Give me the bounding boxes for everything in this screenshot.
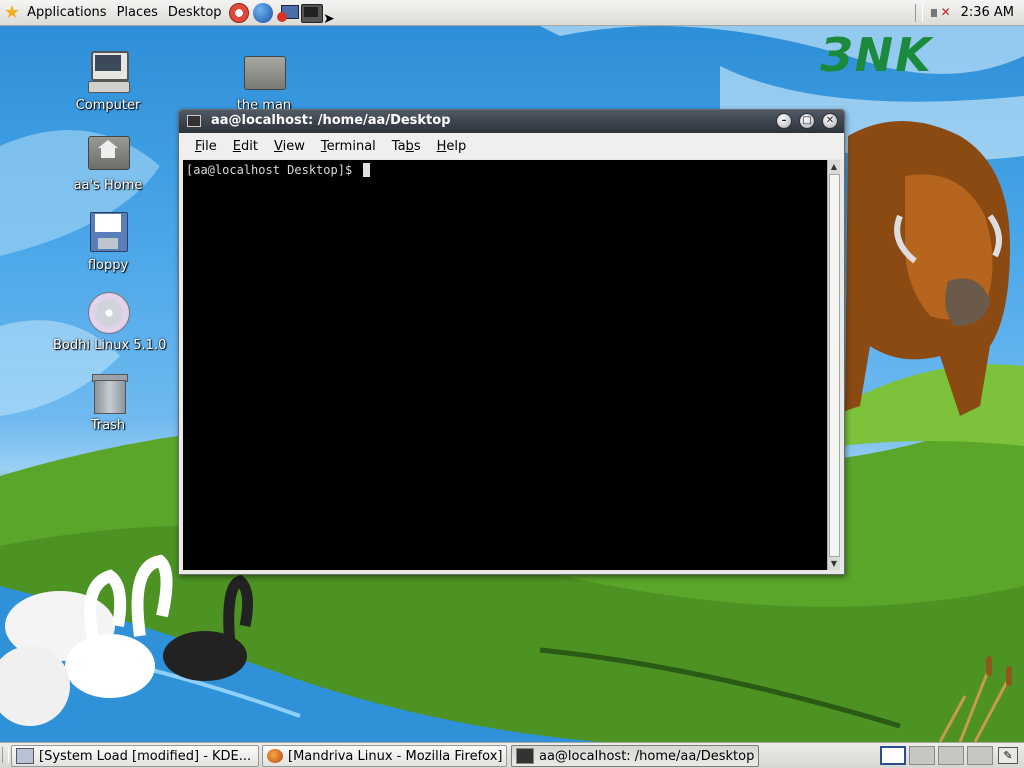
minimize-button[interactable]: – [776,113,792,129]
workspace-4[interactable] [967,746,993,765]
menu-edit[interactable]: Edit [225,139,266,154]
scroll-up-arrow-icon[interactable]: ▲ [828,160,840,173]
bottom-panel: [System Load [modified] - KDE... [Mandri… [0,742,1024,768]
window-title: aa@localhost: /home/aa/Desktop [211,113,451,128]
menu-file[interactable]: File [187,139,225,154]
email-icon[interactable] [276,2,299,24]
help-icon[interactable] [228,2,250,24]
workspace-1[interactable] [880,746,906,765]
scroll-down-arrow-icon[interactable]: ▼ [828,557,840,570]
text-cursor [363,163,371,177]
web-browser-icon[interactable] [252,2,274,24]
shell-prompt: [aa@localhost Desktop]$ [186,163,371,177]
task-label: [Mandriva Linux - Mozilla Firefox] [288,748,503,764]
desktop-icon-label: Computer [75,98,141,113]
taskbar-item-terminal[interactable]: aa@localhost: /home/aa/Desktop [511,745,759,767]
folder-icon [240,48,288,96]
task-label: [System Load [modified] - KDE... [39,748,252,764]
desktop-icon-folder[interactable]: the man [209,48,319,113]
menu-help[interactable]: Help [429,139,475,154]
panel-handle[interactable] [914,3,923,22]
show-desktop-handle[interactable] [2,747,9,763]
menu-terminal[interactable]: Terminal [313,139,384,154]
terminal-scrollbar[interactable]: ▲ ▼ [827,160,840,570]
firefox-icon [267,749,283,763]
terminal-window: aa@localhost: /home/aa/Desktop – □ ✕ Fil… [178,109,845,575]
clock[interactable]: 2:36 AM [951,5,1024,20]
close-button[interactable]: ✕ [822,113,838,129]
taskbar-item-firefox[interactable]: [Mandriva Linux - Mozilla Firefox] [262,745,507,767]
terminal-menubar: File Edit View Terminal Tabs Help [179,133,844,159]
scrollbar-thumb[interactable] [829,174,840,557]
computer-icon [84,48,132,96]
menu-tabs[interactable]: Tabs [384,139,429,154]
resize-grip[interactable] [179,570,844,574]
volume-muted-icon[interactable]: ✕ [929,5,951,21]
terminal-window-icon[interactable] [187,115,201,127]
floppy-icon [84,208,132,256]
desktop-icon-label: Bodhi Linux 5.1.0 [53,338,167,353]
desktop-icon-computer[interactable]: Computer [53,48,163,113]
mouse-pointer-icon: ➤ [323,11,335,27]
workspace-2[interactable] [909,746,935,765]
desktop-icon-label: aa's Home [73,178,143,193]
trash-applet-icon[interactable]: ✎ [998,747,1018,764]
terminal-output[interactable]: [aa@localhost Desktop]$ [183,160,827,570]
rnk-logo: ЗNK [820,28,933,82]
desktop-icon-floppy[interactable]: floppy [53,208,163,273]
desktop-menu[interactable]: Desktop [163,1,227,25]
workspace-3[interactable] [938,746,964,765]
top-panel: ★ Applications Places Desktop ➤ ✕ 2:36 A… [0,0,1024,27]
terminal-titlebar[interactable]: aa@localhost: /home/aa/Desktop – □ ✕ [179,110,844,133]
star-menu-icon[interactable]: ★ [0,1,22,25]
desktop-icon-home[interactable]: aa's Home [53,128,163,193]
bison-illustration [845,121,1010,416]
desktop-icon-label: floppy [87,258,129,273]
kde-app-icon [16,748,34,764]
maximize-button[interactable]: □ [799,113,815,129]
places-menu[interactable]: Places [112,1,163,25]
home-folder-icon [84,128,132,176]
task-label: aa@localhost: /home/aa/Desktop [539,748,755,764]
desktop-icon-trash[interactable]: Trash [53,368,163,433]
terminal-launcher-icon[interactable] [300,2,323,24]
cdrom-icon [84,288,132,336]
taskbar-item-kde-system-load[interactable]: [System Load [modified] - KDE... [11,745,259,767]
applications-menu[interactable]: Applications [22,1,111,25]
terminal-icon [516,748,534,764]
desktop-icon-cdrom[interactable]: Bodhi Linux 5.1.0 [53,288,167,353]
desktop-icon-label: Trash [90,418,126,433]
trash-icon [84,368,132,416]
menu-view[interactable]: View [266,139,313,154]
